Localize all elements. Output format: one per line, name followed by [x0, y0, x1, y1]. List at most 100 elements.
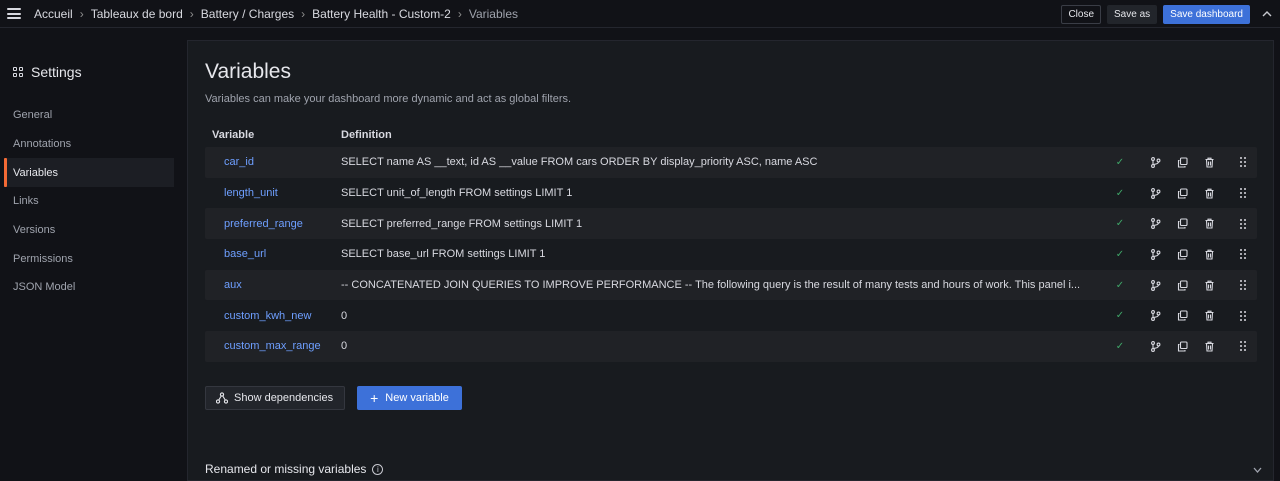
duplicate-icon[interactable] [1176, 341, 1188, 352]
table-row: custom_max_range 0 ✓ [205, 331, 1257, 362]
sidebar-item-variables[interactable]: Variables [4, 158, 174, 188]
apps-grid-icon [13, 66, 24, 78]
variable-name-link[interactable]: car_id [205, 156, 341, 168]
drag-handle-icon[interactable] [1237, 156, 1249, 168]
duplicate-icon[interactable] [1176, 310, 1188, 321]
table-row: custom_kwh_new 0 ✓ [205, 300, 1257, 332]
breadcrumb-dashboards[interactable]: Tableaux de bord [91, 7, 183, 21]
variable-definition: 0 [341, 340, 348, 353]
trash-icon[interactable] [1203, 310, 1215, 321]
row-actions: ✓ [1114, 279, 1249, 291]
row-actions: ✓ [1114, 156, 1249, 168]
duplicate-icon[interactable] [1176, 187, 1188, 199]
page-title: Variables [205, 60, 291, 83]
check-icon: ✓ [1115, 340, 1125, 352]
row-actions: ✓ [1114, 310, 1249, 322]
trash-icon[interactable] [1203, 280, 1215, 291]
breadcrumb: Accueil › Tableaux de bord › Battery / C… [34, 7, 518, 21]
variable-definition: 0 [341, 309, 348, 322]
row-actions: ✓ [1114, 340, 1249, 352]
sidebar-item-versions[interactable]: Versions [4, 216, 174, 245]
branch-icon[interactable] [1149, 341, 1161, 352]
variable-name-link[interactable]: length_unit [205, 187, 341, 199]
drag-handle-icon[interactable] [1237, 310, 1249, 322]
top-bar: Accueil › Tableaux de bord › Battery / C… [0, 0, 1280, 28]
breadcrumb-separator-icon: › [189, 6, 194, 21]
new-variable-button[interactable]: + New variable [357, 386, 462, 410]
branch-icon[interactable] [1149, 156, 1161, 168]
column-header-definition: Definition [341, 129, 392, 141]
sidebar-item-links[interactable]: Links [4, 187, 174, 216]
table-row: length_unit SELECT unit_of_length FROM se… [205, 177, 1257, 209]
save-dashboard-button[interactable]: Save dashboard [1163, 4, 1250, 24]
variable-name-link[interactable]: custom_max_range [205, 340, 341, 352]
renamed-variables-section[interactable]: Renamed or missing variables i [205, 462, 384, 476]
branch-icon[interactable] [1149, 279, 1161, 291]
drag-handle-icon[interactable] [1237, 248, 1249, 260]
trash-icon[interactable] [1203, 188, 1215, 199]
duplicate-icon[interactable] [1176, 280, 1188, 291]
table-row: base_url SELECT base_url FROM settings LI… [205, 239, 1257, 270]
breadcrumb-separator-icon: › [301, 6, 306, 21]
variables-table: Variable Definition car_id SELECT name AS… [205, 123, 1257, 362]
close-button[interactable]: Close [1061, 4, 1102, 24]
top-actions: Close Save as Save dashboard [1055, 0, 1280, 28]
variable-definition: SELECT base_url FROM settings LIMIT 1 [341, 248, 546, 261]
settings-title-label: Settings [31, 64, 82, 80]
row-actions: ✓ [1114, 248, 1249, 260]
trash-icon[interactable] [1203, 218, 1215, 229]
row-actions: ✓ [1114, 187, 1249, 199]
renamed-variables-label: Renamed or missing variables [205, 462, 367, 476]
chevron-up-icon[interactable] [1254, 0, 1280, 28]
drag-handle-icon[interactable] [1237, 340, 1249, 352]
table-row: preferred_range SELECT preferred_range FR… [205, 208, 1257, 240]
info-icon[interactable]: i [372, 463, 384, 475]
settings-nav: General Annotations Variables Links Vers… [4, 101, 174, 302]
breadcrumb-dashboard[interactable]: Battery Health - Custom-2 [312, 7, 451, 21]
page-description: Variables can make your dashboard more d… [205, 93, 572, 105]
duplicate-icon[interactable] [1176, 157, 1188, 168]
settings-sidebar: Settings General Annotations Variables L… [0, 28, 187, 481]
variable-name-link[interactable]: preferred_range [205, 218, 341, 230]
duplicate-icon[interactable] [1176, 218, 1188, 229]
sidebar-item-annotations[interactable]: Annotations [4, 130, 174, 159]
drag-handle-icon[interactable] [1237, 187, 1249, 199]
variable-name-link[interactable]: aux [205, 279, 341, 291]
check-icon: ✓ [1115, 279, 1125, 291]
save-as-button[interactable]: Save as [1107, 4, 1158, 24]
breadcrumb-current: Variables [468, 6, 518, 21]
branch-icon[interactable] [1149, 218, 1161, 230]
show-dependencies-label: Show dependencies [234, 392, 334, 404]
variable-definition: SELECT unit_of_length FROM settings LIMI… [341, 187, 573, 200]
breadcrumb-folder[interactable]: Battery / Charges [201, 7, 294, 21]
trash-icon[interactable] [1203, 341, 1215, 352]
menu-icon[interactable] [7, 8, 21, 19]
plus-icon: + [370, 390, 379, 406]
variable-name-link[interactable]: base_url [205, 248, 341, 260]
table-header: Variable Definition [205, 123, 1257, 147]
trash-icon[interactable] [1203, 157, 1215, 168]
branch-icon[interactable] [1149, 187, 1161, 199]
breadcrumb-separator-icon: › [457, 6, 462, 21]
breadcrumb-separator-icon: › [79, 6, 84, 21]
show-dependencies-button[interactable]: Show dependencies [205, 386, 346, 410]
check-icon: ✓ [1115, 248, 1125, 260]
chevron-down-icon[interactable] [1253, 465, 1262, 475]
sidebar-item-general[interactable]: General [4, 101, 174, 130]
drag-handle-icon[interactable] [1237, 218, 1249, 230]
sidebar-item-permissions[interactable]: Permissions [4, 244, 174, 273]
table-row: car_id SELECT name AS __text, id AS __val… [205, 147, 1257, 178]
table-row: aux -- CONCATENATED JOIN QUERIES TO IMPRO… [205, 269, 1257, 301]
check-icon: ✓ [1115, 156, 1125, 168]
column-header-variable: Variable [212, 129, 255, 141]
duplicate-icon[interactable] [1176, 249, 1188, 260]
drag-handle-icon[interactable] [1237, 279, 1249, 291]
sidebar-item-json-model[interactable]: JSON Model [4, 273, 174, 302]
breadcrumb-home[interactable]: Accueil [34, 7, 73, 21]
variable-name-link[interactable]: custom_kwh_new [205, 310, 341, 322]
new-variable-label: New variable [385, 392, 449, 404]
branch-icon[interactable] [1149, 310, 1161, 322]
row-actions: ✓ [1114, 218, 1249, 230]
branch-icon[interactable] [1149, 248, 1161, 260]
trash-icon[interactable] [1203, 249, 1215, 260]
